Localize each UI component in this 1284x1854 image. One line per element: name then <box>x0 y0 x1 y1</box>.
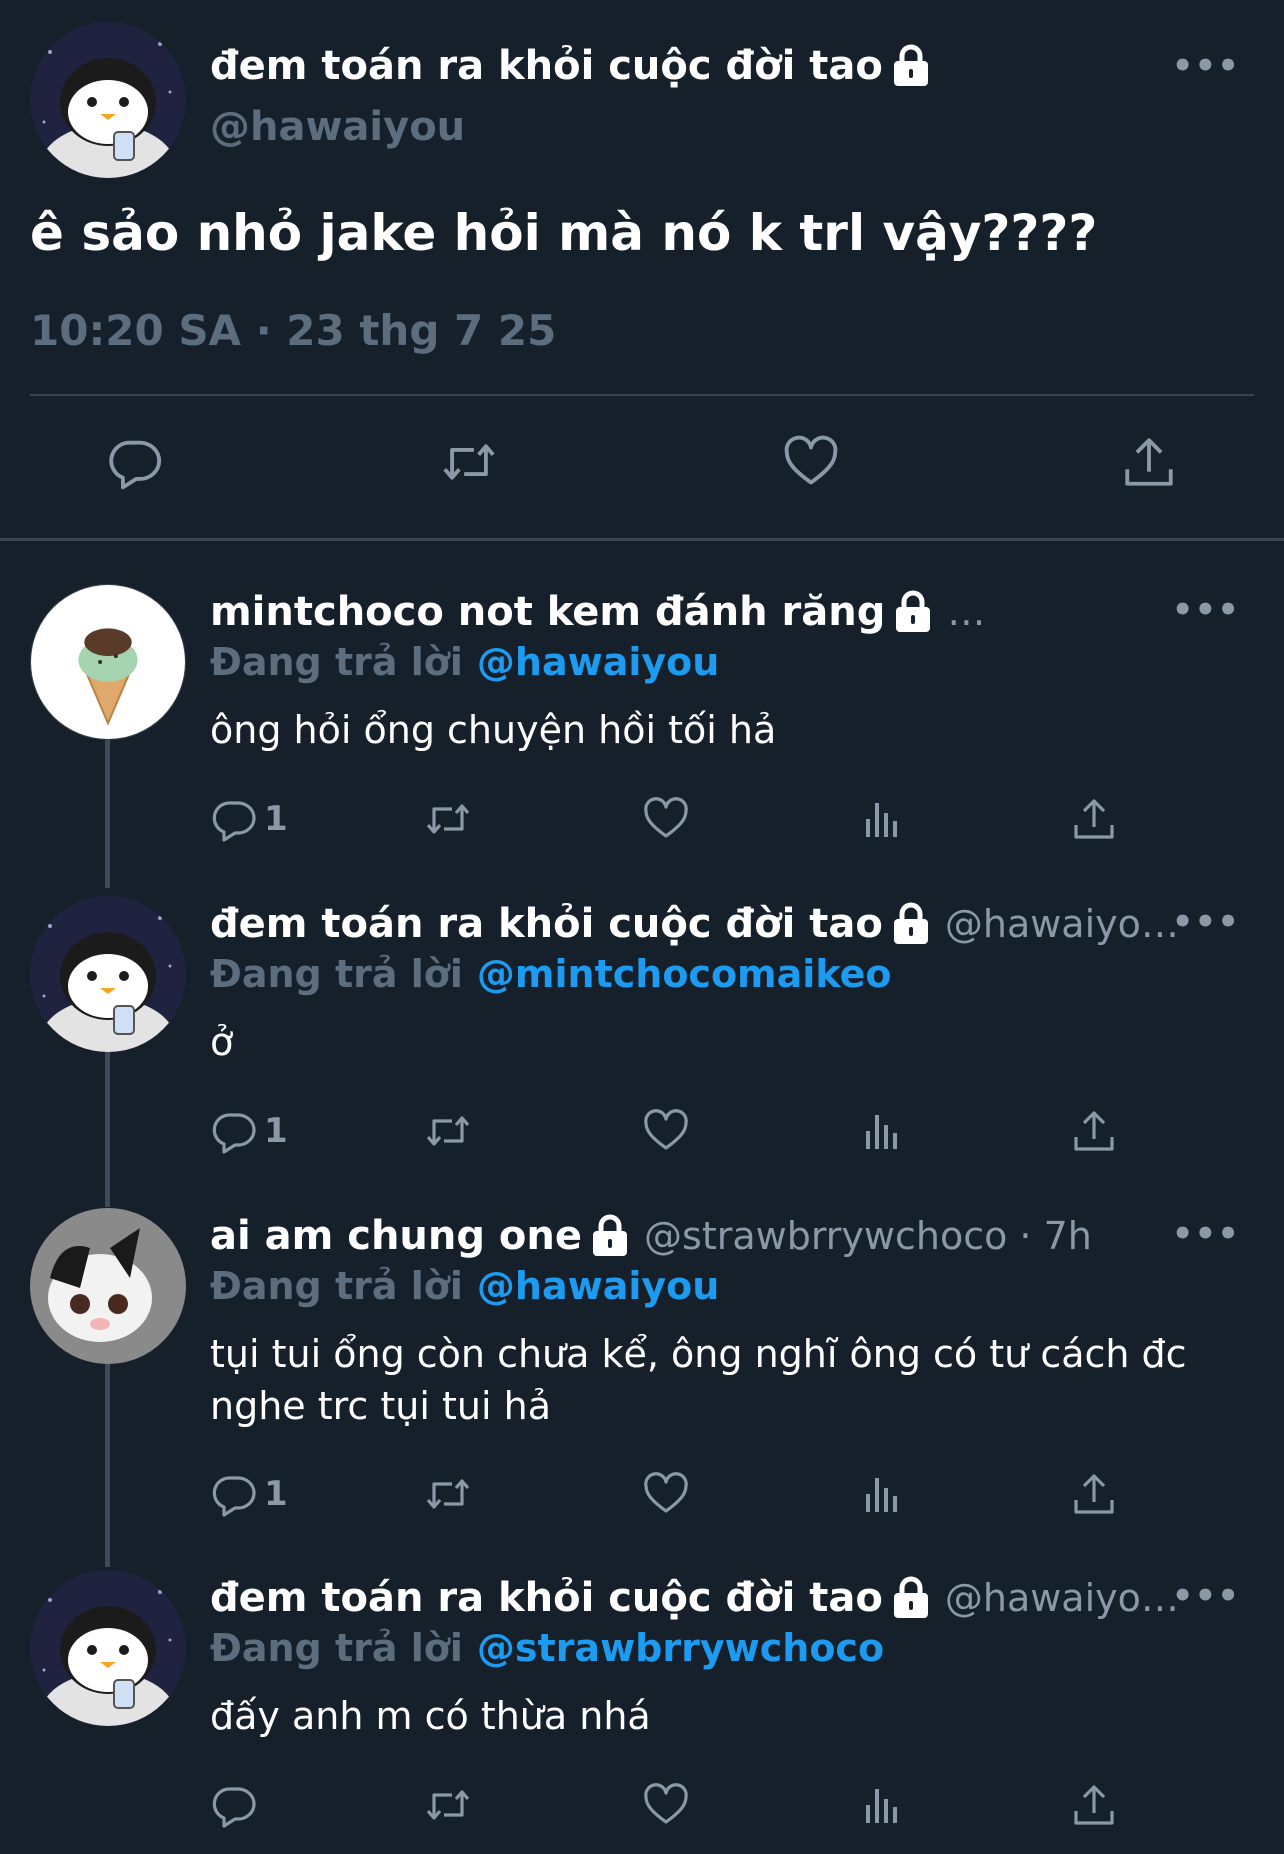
replying-to-handle[interactable]: @hawaiyou <box>477 1264 719 1308</box>
lock-icon <box>891 1576 931 1620</box>
replying-to-handle[interactable]: @strawbrrywchoco <box>477 1626 884 1670</box>
author-handle: … <box>947 590 986 634</box>
display-name: đem toán ra khỏi cuộc đời tao <box>210 43 883 89</box>
display-name: đem toán ra khỏi cuộc đời tao <box>210 1575 883 1621</box>
like-icon[interactable] <box>782 432 840 492</box>
reply-icon[interactable] <box>106 432 164 492</box>
replying-to-handle[interactable]: @hawaiyou <box>477 640 719 684</box>
reply-count: 1 <box>264 1474 288 1514</box>
avatar[interactable] <box>30 22 186 178</box>
more-options-icon[interactable]: ••• <box>1172 590 1240 630</box>
reply-text: ông hỏi ổng chuyện hồi tối hả <box>210 708 777 752</box>
share-icon[interactable] <box>1070 1464 1118 1524</box>
replying-to-label: Đang trả lời <box>210 952 463 996</box>
analytics-icon[interactable] <box>858 1464 906 1524</box>
reply-action-bar: 1 <box>210 1464 1130 1524</box>
reply-text: đấy anh m có thừa nhá <box>210 1694 651 1738</box>
replying-to-label: Đang trả lời <box>210 640 463 684</box>
retweet-icon[interactable] <box>440 432 498 492</box>
analytics-icon[interactable] <box>858 1775 906 1835</box>
avatar[interactable] <box>30 896 186 1052</box>
thread-connector <box>105 740 110 888</box>
reply-icon[interactable]: 1 <box>210 1101 288 1161</box>
reply-text: ở <box>210 1020 234 1064</box>
author-name[interactable]: đem toán ra khỏi cuộc đời tao <box>210 36 931 96</box>
display-name: ai am chung one <box>210 1213 583 1259</box>
retweet-icon[interactable] <box>424 789 472 849</box>
reply-action-bar: 1 <box>210 789 1130 849</box>
like-icon[interactable] <box>642 789 690 849</box>
share-icon[interactable] <box>1120 432 1178 492</box>
reply-count: 1 <box>264 799 288 839</box>
tweet-timestamp[interactable]: 10:20 SA · 23 thg 7 25 <box>30 306 556 355</box>
replying-to-label: Đang trả lời <box>210 1626 463 1670</box>
author-handle: @hawaiyo… <box>944 1576 1179 1620</box>
replying-to: Đang trả lời @hawaiyou <box>210 1260 719 1312</box>
lock-icon <box>893 590 933 634</box>
reply-icon[interactable]: 1 <box>210 789 288 849</box>
lock-icon <box>891 44 931 88</box>
tweet-thread-page: đem toán ra khỏi cuộc đời tao @hawaiyou … <box>0 0 1284 1854</box>
like-icon[interactable] <box>642 1775 690 1835</box>
more-options-icon[interactable]: ••• <box>1172 902 1240 942</box>
avatar[interactable] <box>30 1570 186 1726</box>
share-icon[interactable] <box>1070 1101 1118 1161</box>
more-options-icon[interactable]: ••• <box>1172 46 1240 86</box>
share-icon[interactable] <box>1070 1775 1118 1835</box>
share-icon[interactable] <box>1070 789 1118 849</box>
display-name: đem toán ra khỏi cuộc đời tao <box>210 901 883 947</box>
reply-action-bar <box>210 1775 1130 1835</box>
retweet-icon[interactable] <box>424 1775 472 1835</box>
reply-header[interactable]: đem toán ra khỏi cuộc đời tao @hawaiyo… <box>210 1568 1179 1628</box>
tweet-text: ê sảo nhỏ jake hỏi mà nó k trl vậy???? <box>30 204 1098 262</box>
retweet-icon[interactable] <box>424 1101 472 1161</box>
more-options-icon[interactable]: ••• <box>1172 1214 1240 1254</box>
avatar[interactable] <box>30 1208 186 1364</box>
analytics-icon[interactable] <box>858 789 906 849</box>
reply-count: 1 <box>264 1111 288 1151</box>
retweet-icon[interactable] <box>424 1464 472 1524</box>
display-name: mintchoco not kem đánh răng <box>210 589 886 635</box>
replying-to-handle[interactable]: @mintchocomaikeo <box>477 952 892 996</box>
reply-header[interactable]: mintchoco not kem đánh răng … <box>210 582 985 642</box>
like-icon[interactable] <box>642 1101 690 1161</box>
lock-icon <box>590 1214 630 1258</box>
author-handle: @strawbrrywchoco · 7h <box>644 1214 1092 1258</box>
replying-to: Đang trả lời @hawaiyou <box>210 636 719 688</box>
analytics-icon[interactable] <box>858 1101 906 1161</box>
tweet-action-bar <box>0 432 1284 502</box>
avatar[interactable] <box>30 584 186 740</box>
reply-header[interactable]: đem toán ra khỏi cuộc đời tao @hawaiyo… <box>210 894 1179 954</box>
lock-icon <box>891 902 931 946</box>
author-handle: @hawaiyo… <box>944 902 1179 946</box>
reply-icon[interactable]: 1 <box>210 1464 288 1524</box>
reply-header[interactable]: ai am chung one @strawbrrywchoco · 7h <box>210 1206 1092 1266</box>
like-icon[interactable] <box>642 1464 690 1524</box>
reply-text: tụi tui ổng còn chưa kể, ông nghĩ ông có… <box>210 1332 1187 1428</box>
reply-action-bar: 1 <box>210 1101 1130 1161</box>
divider <box>30 394 1254 396</box>
more-options-icon[interactable]: ••• <box>1172 1576 1240 1616</box>
replying-to-label: Đang trả lời <box>210 1264 463 1308</box>
thread-connector <box>105 1362 110 1567</box>
divider <box>0 538 1284 541</box>
author-handle[interactable]: @hawaiyou <box>210 104 465 150</box>
thread-connector <box>105 1052 110 1207</box>
replying-to: Đang trả lời @mintchocomaikeo <box>210 948 891 1000</box>
reply-icon[interactable] <box>210 1775 264 1835</box>
replying-to: Đang trả lời @strawbrrywchoco <box>210 1622 884 1674</box>
